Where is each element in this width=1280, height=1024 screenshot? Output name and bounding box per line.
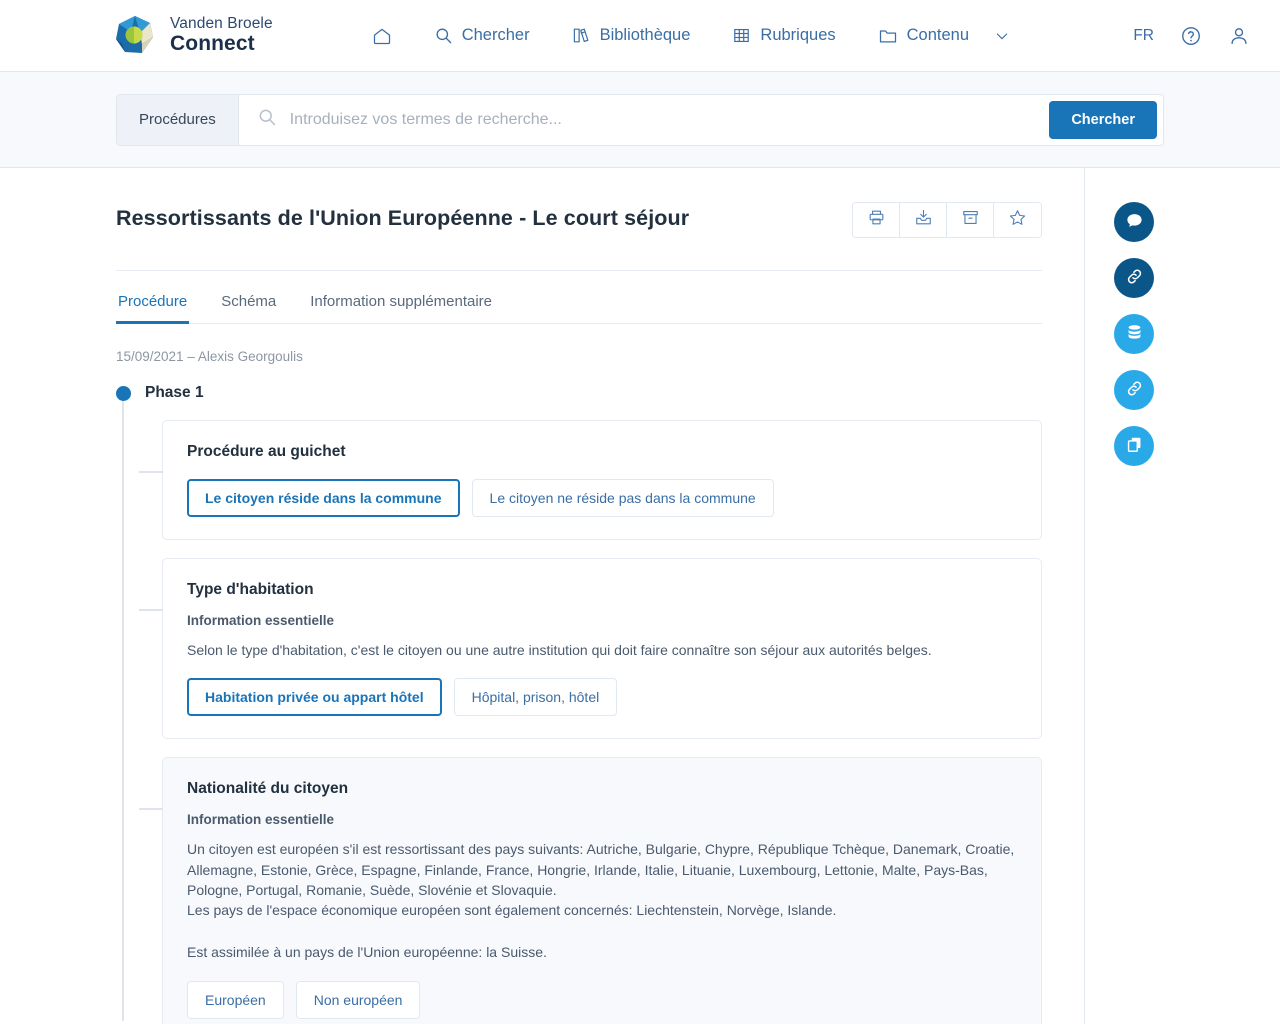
search-submit-button[interactable]: Chercher: [1049, 100, 1157, 139]
top-navigation-bar: Vanden Broele Connect Chercher Bibliothè…: [0, 0, 1280, 72]
card-text: Selon le type d'habitation, c'est le cit…: [187, 642, 932, 658]
link-icon: [1125, 379, 1144, 401]
comments-button[interactable]: [1114, 202, 1154, 242]
search-strip: Procédures Chercher: [0, 72, 1280, 168]
chevron-down-icon[interactable]: [994, 28, 1010, 44]
database-icon: [1125, 323, 1144, 345]
brand-line-2: Connect: [170, 31, 255, 55]
card-title: Procédure au guichet: [187, 443, 346, 460]
title-divider: [116, 270, 1042, 271]
phase-label: Phase 1: [145, 384, 204, 401]
language-selector[interactable]: FR: [1133, 27, 1154, 45]
choice-button[interactable]: Habitation privée ou appart hôtel: [187, 678, 442, 717]
document-meta: 15/09/2021 – Alexis Georgoulis: [116, 349, 303, 364]
page-title: Ressortissants de l'Union Européenne - L…: [116, 206, 690, 230]
archive-box-icon: [961, 208, 980, 232]
link-icon: [1125, 267, 1144, 289]
phase-dot-icon: [116, 385, 131, 401]
nav-label-library: Bibliothèque: [599, 26, 691, 44]
nav-label-content: Contenu: [906, 26, 970, 44]
nav-right-group: FR: [1133, 0, 1250, 72]
nav-item-topics[interactable]: Rubriques: [711, 18, 856, 53]
choice-button[interactable]: Le citoyen réside dans la commune: [187, 479, 460, 517]
print-button[interactable]: [853, 203, 900, 237]
links-dark-button[interactable]: [1114, 258, 1154, 298]
books-icon: [572, 26, 591, 45]
tab-information-supplementaire[interactable]: Information supplémentaire: [308, 285, 494, 324]
card-choices: Européen Non européen: [187, 980, 1017, 1019]
search-icon: [257, 107, 277, 132]
grid-icon: [732, 26, 751, 45]
nav-item-library[interactable]: Bibliothèque: [551, 18, 712, 53]
user-icon[interactable]: [1228, 25, 1250, 47]
timeline-spine: [122, 398, 124, 1021]
procedure-step-card: Procédure au guichet Le citoyen réside d…: [139, 420, 1042, 540]
tab-procedure[interactable]: Procédure: [116, 285, 190, 324]
brand-line-1: Vanden Broele: [170, 15, 273, 33]
nav-item-search[interactable]: Chercher: [413, 18, 551, 53]
search-bar: Procédures Chercher: [116, 93, 1164, 146]
folder-icon: [878, 26, 898, 46]
card-text-secondary: Est assimilée à un pays de l'Union europ…: [187, 944, 547, 961]
star-icon: [1008, 208, 1027, 232]
card-subtitle: Information essentielle: [187, 812, 335, 828]
nav-label-search: Chercher: [461, 26, 530, 44]
procedure-timeline: Phase 1 Procédure au guichet Le citoyen …: [116, 384, 1042, 1024]
document-actions: [852, 202, 1042, 238]
card-title: Type d'habitation: [187, 581, 314, 598]
polygon-globe-logo: [112, 13, 158, 59]
nav-item-home[interactable]: [351, 18, 413, 54]
nav-item-content[interactable]: Contenu: [857, 18, 1031, 54]
choice-button[interactable]: Européen: [187, 980, 284, 1019]
nav-label-topics: Rubriques: [760, 26, 836, 44]
card-choices: Le citoyen réside dans la commune Le cit…: [187, 479, 1017, 517]
document-content: Ressortissants de l'Union Européenne - L…: [0, 168, 1085, 1024]
copy-icon: [1125, 435, 1144, 457]
comment-icon: [1125, 211, 1144, 233]
download-inbox-icon: [914, 208, 933, 232]
right-rail-column: [1085, 168, 1280, 1024]
database-button[interactable]: [1114, 314, 1154, 354]
card-choices: Habitation privée ou appart hôtel Hôpita…: [187, 678, 1017, 717]
search-field-wrapper: [239, 95, 1044, 145]
links-light-button[interactable]: [1114, 370, 1154, 410]
card-title: Nationalité du citoyen: [187, 780, 349, 798]
card-text: Un citoyen est européen s'il est ressort…: [187, 841, 1015, 919]
right-rail: [1085, 202, 1183, 466]
timeline-phase: Phase 1: [116, 384, 1042, 402]
document-header: Ressortissants de l'Union Européenne - L…: [116, 202, 1042, 238]
search-icon: [434, 26, 453, 45]
home-icon: [372, 26, 392, 46]
copy-documents-button[interactable]: [1114, 426, 1154, 466]
card-subtitle: Information essentielle: [187, 613, 335, 628]
printer-icon: [867, 208, 886, 232]
procedure-step-card: Nationalité du citoyen Information essen…: [139, 757, 1042, 1024]
search-scope-selector[interactable]: Procédures: [117, 94, 239, 145]
main-nav: Chercher Bibliothèque Rubriques Contenu: [351, 18, 1031, 54]
choice-button[interactable]: Le citoyen ne réside pas dans la commune: [471, 479, 774, 517]
page-body: Ressortissants de l'Union Européenne - L…: [0, 168, 1280, 1024]
favorite-button[interactable]: [994, 203, 1041, 237]
download-button[interactable]: [900, 203, 947, 237]
choice-button[interactable]: Hôpital, prison, hôtel: [453, 678, 618, 717]
archive-button[interactable]: [947, 203, 994, 237]
question-circle-icon[interactable]: [1180, 25, 1202, 47]
choice-button[interactable]: Non européen: [295, 980, 421, 1019]
brand-logo-area[interactable]: Vanden Broele Connect: [112, 13, 273, 59]
tab-schema[interactable]: Schéma: [219, 285, 278, 324]
document-tabs: Procédure Schéma Information supplémenta…: [116, 285, 1042, 324]
procedure-step-card: Type d'habitation Information essentiell…: [139, 558, 1042, 740]
search-input[interactable]: [289, 110, 1026, 129]
